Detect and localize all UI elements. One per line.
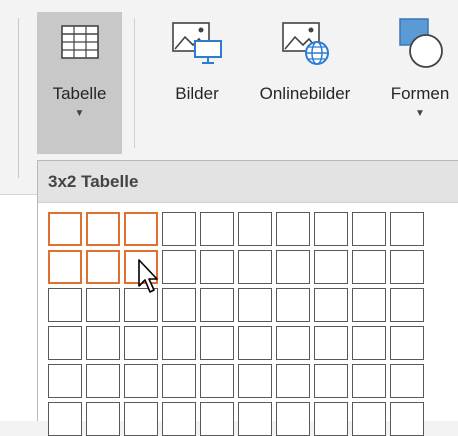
pictures-icon <box>167 12 227 72</box>
table-grid-cell[interactable] <box>86 402 120 436</box>
table-button[interactable]: Tabelle ▼ <box>37 12 122 154</box>
table-grid-cell[interactable] <box>86 326 120 360</box>
table-grid-cell[interactable] <box>314 288 348 322</box>
table-grid-cell[interactable] <box>162 288 196 322</box>
table-size-grid[interactable] <box>48 212 424 436</box>
table-grid-cell[interactable] <box>238 288 272 322</box>
table-grid-cell[interactable] <box>314 326 348 360</box>
table-grid-cell[interactable] <box>352 250 386 284</box>
table-grid-cell[interactable] <box>200 250 234 284</box>
table-grid-cell[interactable] <box>86 288 120 322</box>
table-grid-cell[interactable] <box>276 364 310 398</box>
table-grid-cell[interactable] <box>352 402 386 436</box>
table-grid-cell[interactable] <box>390 364 424 398</box>
table-grid-cell[interactable] <box>276 212 310 246</box>
table-grid-cell[interactable] <box>124 402 158 436</box>
table-grid-cell[interactable] <box>200 326 234 360</box>
table-grid-cell[interactable] <box>124 326 158 360</box>
table-grid-cell[interactable] <box>86 364 120 398</box>
table-grid-cell[interactable] <box>48 402 82 436</box>
shapes-button-label: Formen <box>390 84 450 103</box>
table-grid-cell[interactable] <box>390 402 424 436</box>
table-grid-cell[interactable] <box>276 288 310 322</box>
shapes-button[interactable]: Formen ▼ <box>375 12 458 120</box>
table-grid-cell[interactable] <box>48 326 82 360</box>
mouse-cursor-icon <box>138 259 158 293</box>
table-grid-cell[interactable] <box>200 212 234 246</box>
table-grid-cell[interactable] <box>124 212 158 246</box>
table-grid-cell[interactable] <box>352 288 386 322</box>
chevron-down-icon: ▼ <box>74 108 85 119</box>
table-grid-cell[interactable] <box>238 326 272 360</box>
table-icon <box>50 12 110 72</box>
group-separator <box>134 18 135 148</box>
table-grid-cell[interactable] <box>162 212 196 246</box>
table-grid-cell[interactable] <box>238 250 272 284</box>
table-grid-cell[interactable] <box>48 288 82 322</box>
table-button-label: Tabelle <box>52 84 107 103</box>
table-grid-cell[interactable] <box>390 212 424 246</box>
table-grid-cell[interactable] <box>48 364 82 398</box>
table-grid-cell[interactable] <box>276 250 310 284</box>
table-grid-cell[interactable] <box>390 326 424 360</box>
table-grid-cell[interactable] <box>314 250 348 284</box>
table-grid-cell[interactable] <box>200 364 234 398</box>
table-grid-cell[interactable] <box>162 364 196 398</box>
table-grid-cell[interactable] <box>48 250 82 284</box>
table-grid-cell[interactable] <box>162 250 196 284</box>
table-grid-cell[interactable] <box>390 288 424 322</box>
table-grid-cell[interactable] <box>314 212 348 246</box>
table-grid-cell[interactable] <box>162 402 196 436</box>
insert-table-dropdown: 3x2 Tabelle <box>37 160 458 436</box>
pictures-button-label: Bilder <box>175 84 219 103</box>
table-grid-cell[interactable] <box>352 326 386 360</box>
table-grid-cell[interactable] <box>352 364 386 398</box>
table-grid-cell[interactable] <box>200 288 234 322</box>
online-pictures-button-label: Onlinebilder <box>259 84 351 103</box>
table-grid-cell[interactable] <box>124 364 158 398</box>
group-separator <box>18 18 19 178</box>
chevron-down-icon: ▼ <box>415 108 425 119</box>
pictures-button[interactable]: Bilder <box>159 12 235 104</box>
table-grid-cell[interactable] <box>314 364 348 398</box>
table-grid-cell[interactable] <box>48 212 82 246</box>
table-size-header: 3x2 Tabelle <box>38 161 458 203</box>
table-grid-cell[interactable] <box>314 402 348 436</box>
table-grid-cell[interactable] <box>390 250 424 284</box>
table-grid-cell[interactable] <box>162 326 196 360</box>
table-grid-cell[interactable] <box>86 250 120 284</box>
table-grid-cell[interactable] <box>276 326 310 360</box>
table-grid-cell[interactable] <box>86 212 120 246</box>
table-grid-cell[interactable] <box>238 212 272 246</box>
online-pictures-icon <box>275 12 335 72</box>
table-grid-cell[interactable] <box>238 364 272 398</box>
table-grid-cell[interactable] <box>276 402 310 436</box>
table-grid-cell[interactable] <box>238 402 272 436</box>
table-grid-cell[interactable] <box>352 212 386 246</box>
shapes-icon <box>390 12 450 72</box>
online-pictures-button[interactable]: Onlinebilder <box>242 12 368 104</box>
table-grid-cell[interactable] <box>200 402 234 436</box>
